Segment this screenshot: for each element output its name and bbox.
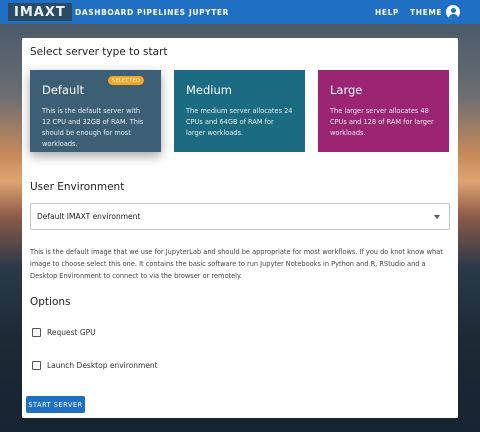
server-card-default[interactable]: SELECTED Default This is the default ser… <box>30 70 161 152</box>
server-card-name: Medium <box>186 83 232 97</box>
account-circle-icon[interactable] <box>446 5 460 19</box>
nav-help[interactable]: HELP <box>375 0 399 24</box>
nav-theme[interactable]: THEME <box>410 0 442 24</box>
launch-desktop-checkbox[interactable] <box>32 361 41 370</box>
request-gpu-label: Request GPU <box>47 328 96 337</box>
server-card-description: The larger server allocates 48 CPUs and … <box>330 107 434 137</box>
options-heading: Options <box>30 296 71 308</box>
nav-pipelines[interactable]: PIPELINES <box>137 0 186 24</box>
server-card-medium[interactable]: Medium The medium server allocates 24 CP… <box>174 70 305 152</box>
request-gpu-checkbox[interactable] <box>32 328 41 337</box>
app-logo[interactable]: IMAXT <box>8 3 72 21</box>
request-gpu-option[interactable]: Request GPU <box>32 328 96 337</box>
nav-dashboard[interactable]: DASHBOARD <box>75 0 134 24</box>
server-card-name: Large <box>330 83 363 97</box>
server-options-panel: Select server type to start SELECTED Def… <box>22 38 458 418</box>
selected-badge: SELECTED <box>108 76 145 85</box>
server-card-description: This is the default server with 12 CPU a… <box>42 107 144 148</box>
environment-description: This is the default image that we use fo… <box>30 248 443 280</box>
server-card-description: The medium server allocates 24 CPUs and … <box>186 107 293 137</box>
launch-desktop-option[interactable]: Launch Desktop environment <box>32 361 158 370</box>
environment-select[interactable]: Default IMAXT environment <box>30 203 450 230</box>
server-card-large[interactable]: Large The larger server allocates 48 CPU… <box>318 70 449 152</box>
launch-desktop-label: Launch Desktop environment <box>47 361 158 370</box>
nav-jupyter[interactable]: JUPYTER <box>189 0 229 24</box>
top-app-bar: IMAXT DASHBOARD PIPELINES JUPYTER HELP T… <box>0 0 480 24</box>
server-card-name: Default <box>42 83 85 97</box>
dropdown-arrow-icon <box>434 215 440 219</box>
start-server-button[interactable]: START SERVER <box>26 396 85 413</box>
user-environment-heading: User Environment <box>30 181 125 193</box>
environment-select-value: Default IMAXT environment <box>37 212 141 221</box>
page-title: Select server type to start <box>30 46 168 58</box>
